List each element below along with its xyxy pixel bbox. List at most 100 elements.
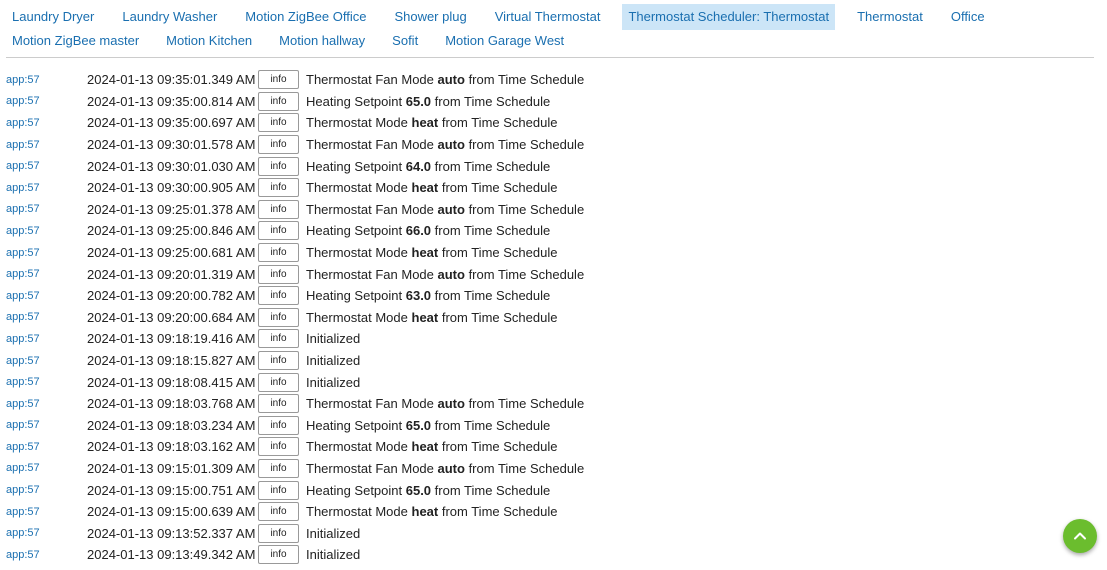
filter-tab[interactable]: Laundry Washer <box>116 4 223 30</box>
log-level-badge: info <box>258 70 299 90</box>
log-message-value: auto <box>437 460 465 476</box>
log-level-badge: info <box>258 372 299 392</box>
app-link[interactable]: app:57 <box>6 225 40 237</box>
app-link[interactable]: app:57 <box>6 484 40 496</box>
filter-tab[interactable]: Shower plug <box>388 4 472 30</box>
log-message-source: from Time Schedule <box>431 417 551 433</box>
app-link[interactable]: app:57 <box>6 506 40 518</box>
log-message-text: Initialized <box>306 374 361 390</box>
log-level-badge: info <box>258 264 299 284</box>
log-message-text: Thermostat Mode <box>306 180 412 196</box>
app-link[interactable]: app:57 <box>6 268 40 280</box>
log-message: Initialized <box>306 547 360 562</box>
filter-tab[interactable]: Sofit <box>386 28 424 54</box>
device-filter-tabs: Laundry Dryer Laundry Washer Motion ZigBee… <box>6 4 1096 54</box>
filter-tab[interactable]: Motion hallway <box>273 28 371 54</box>
log-message-source: from Time Schedule <box>464 396 585 412</box>
log-message: Heating Setpoint 65.0 from Time Schedule <box>306 418 550 433</box>
filter-tab[interactable]: Thermostat Scheduler: Thermostat <box>622 4 836 30</box>
log-message-source: from Time Schedule <box>438 115 558 131</box>
log-page: Laundry Dryer Laundry Washer Motion ZigBee… <box>0 0 1107 570</box>
log-message-text: Heating Setpoint <box>306 288 406 304</box>
log-message: Heating Setpoint 65.0 from Time Schedule <box>306 94 550 109</box>
app-link[interactable]: app:57 <box>6 95 40 107</box>
log-message-text: Heating Setpoint <box>306 158 406 174</box>
filter-tab[interactable]: Office <box>945 4 991 30</box>
log-message-text: Thermostat Fan Mode <box>306 137 438 153</box>
log-message-text: Thermostat Mode <box>306 115 412 131</box>
app-link[interactable]: app:57 <box>6 462 40 474</box>
log-timestamp: 2024-01-13 09:13:52.337 AM <box>87 525 256 541</box>
chevron-up-icon <box>1074 532 1086 540</box>
log-level-badge: info <box>258 178 299 198</box>
app-link[interactable]: app:57 <box>6 333 40 345</box>
log-message-source: from Time Schedule <box>431 223 551 239</box>
app-link[interactable]: app:57 <box>6 419 40 431</box>
log-timestamp: 2024-01-13 09:18:03.234 AM <box>87 417 256 433</box>
filter-tab[interactable]: Motion Garage West <box>439 28 570 54</box>
filter-tab[interactable]: Motion Kitchen <box>160 28 258 54</box>
log-message-value: heat <box>411 439 439 455</box>
scroll-to-top-button[interactable] <box>1063 519 1097 553</box>
log-timestamp: 2024-01-13 09:18:03.162 AM <box>87 439 256 455</box>
log-message-value: heat <box>411 504 439 520</box>
filter-tab[interactable]: Motion ZigBee Office <box>239 4 372 30</box>
log-list[interactable]: app:57 2024-01-13 09:35:01.349 AM info Ther… <box>0 69 1000 566</box>
log-level-badge: info <box>258 351 299 371</box>
log-row: app:57 2024-01-13 09:35:00.697 AM info Ther… <box>0 112 1000 134</box>
log-row: app:57 2024-01-13 09:18:15.827 AM info Init… <box>0 350 1000 372</box>
log-level-badge: info <box>258 243 299 263</box>
log-message-value: 66.0 <box>405 223 432 239</box>
app-link[interactable]: app:57 <box>6 160 40 172</box>
log-message: Thermostat Mode heat from Time Schedule <box>306 504 557 519</box>
log-message-text: Initialized <box>306 331 361 347</box>
app-link[interactable]: app:57 <box>6 376 40 388</box>
app-link[interactable]: app:57 <box>6 355 40 367</box>
log-row: app:57 2024-01-13 09:20:00.782 AM info Heat… <box>0 285 1000 307</box>
log-level-badge: info <box>258 394 299 414</box>
app-link[interactable]: app:57 <box>6 441 40 453</box>
log-message-value: 65.0 <box>405 417 432 433</box>
log-message-text: Heating Setpoint <box>306 223 406 239</box>
log-timestamp: 2024-01-13 09:30:00.905 AM <box>87 180 256 196</box>
app-link[interactable]: app:57 <box>6 247 40 259</box>
app-link[interactable]: app:57 <box>6 290 40 302</box>
app-link[interactable]: app:57 <box>6 527 40 539</box>
log-timestamp: 2024-01-13 09:18:19.416 AM <box>87 331 256 347</box>
log-level-badge: info <box>258 199 299 219</box>
log-timestamp: 2024-01-13 09:20:01.319 AM <box>87 266 256 282</box>
log-row: app:57 2024-01-13 09:25:00.846 AM info Heat… <box>0 220 1000 242</box>
log-row: app:57 2024-01-13 09:18:03.768 AM info Ther… <box>0 393 1000 415</box>
log-message-value: heat <box>411 309 439 325</box>
log-message-text: Thermostat Fan Mode <box>306 266 438 282</box>
filter-tabs-row-1: Laundry Dryer Laundry Washer Motion ZigBee… <box>6 4 1096 30</box>
filter-tab[interactable]: Laundry Dryer <box>6 4 100 30</box>
log-message: Heating Setpoint 64.0 from Time Schedule <box>306 159 550 174</box>
log-timestamp: 2024-01-13 09:18:08.415 AM <box>87 374 256 390</box>
log-timestamp: 2024-01-13 09:15:00.639 AM <box>87 504 256 520</box>
app-link[interactable]: app:57 <box>6 74 40 86</box>
log-row: app:57 2024-01-13 09:18:03.162 AM info Ther… <box>0 436 1000 458</box>
app-link[interactable]: app:57 <box>6 182 40 194</box>
log-row: app:57 2024-01-13 09:13:49.342 AM info Init… <box>0 544 1000 566</box>
log-message-value: heat <box>411 115 439 131</box>
filter-tab[interactable]: Motion ZigBee master <box>6 28 145 54</box>
log-message-value: heat <box>411 180 439 196</box>
app-link[interactable]: app:57 <box>6 139 40 151</box>
app-link[interactable]: app:57 <box>6 549 40 561</box>
log-timestamp: 2024-01-13 09:35:00.814 AM <box>87 93 256 109</box>
log-message-text: Initialized <box>306 525 361 541</box>
log-message-value: 63.0 <box>405 288 432 304</box>
log-message-source: from Time Schedule <box>464 72 585 88</box>
filter-tab[interactable]: Virtual Thermostat <box>489 4 607 30</box>
log-message-text: Initialized <box>306 547 361 563</box>
log-timestamp: 2024-01-13 09:18:03.768 AM <box>87 396 256 412</box>
filter-tab[interactable]: Thermostat <box>851 4 929 30</box>
app-link[interactable]: app:57 <box>6 117 40 129</box>
app-link[interactable]: app:57 <box>6 203 40 215</box>
log-message: Heating Setpoint 65.0 from Time Schedule <box>306 483 550 498</box>
app-link[interactable]: app:57 <box>6 311 40 323</box>
log-row: app:57 2024-01-13 09:30:01.030 AM info Heat… <box>0 155 1000 177</box>
log-timestamp: 2024-01-13 09:20:00.782 AM <box>87 288 256 304</box>
app-link[interactable]: app:57 <box>6 398 40 410</box>
